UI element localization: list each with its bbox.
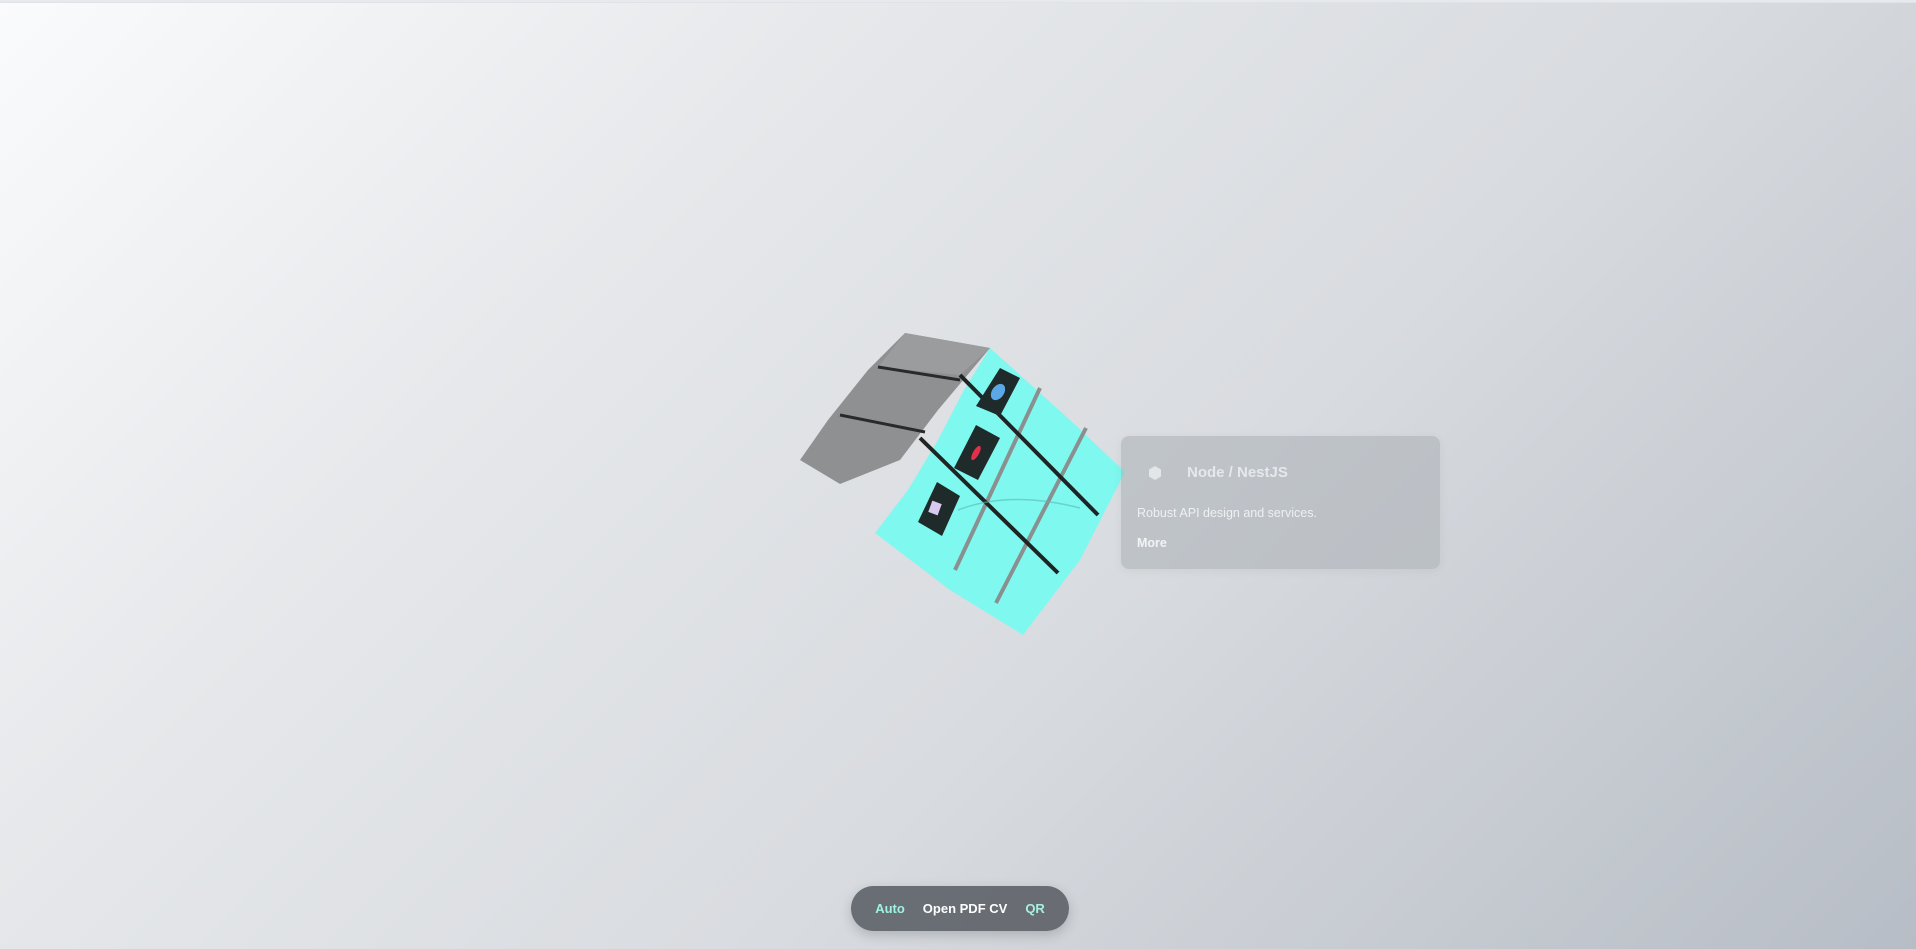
hexagon-icon [1147, 465, 1163, 481]
more-link[interactable]: More [1137, 536, 1167, 550]
open-pdf-cv-button[interactable]: Open PDF CV [923, 901, 1008, 916]
card-title: Node / NestJS [1187, 464, 1288, 481]
bottom-toolbar: Auto Open PDF CV QR [851, 886, 1069, 931]
qr-button[interactable]: QR [1025, 901, 1045, 916]
skill-info-card: Node / NestJS Robust API design and serv… [1121, 436, 1440, 569]
card-description: Robust API design and services. [1137, 506, 1317, 520]
scene-canvas[interactable]: Node / NestJS Robust API design and serv… [0, 0, 1916, 949]
auto-button[interactable]: Auto [875, 901, 905, 916]
card-header: Node / NestJS [1147, 464, 1288, 481]
skill-cube[interactable] [780, 320, 1160, 640]
